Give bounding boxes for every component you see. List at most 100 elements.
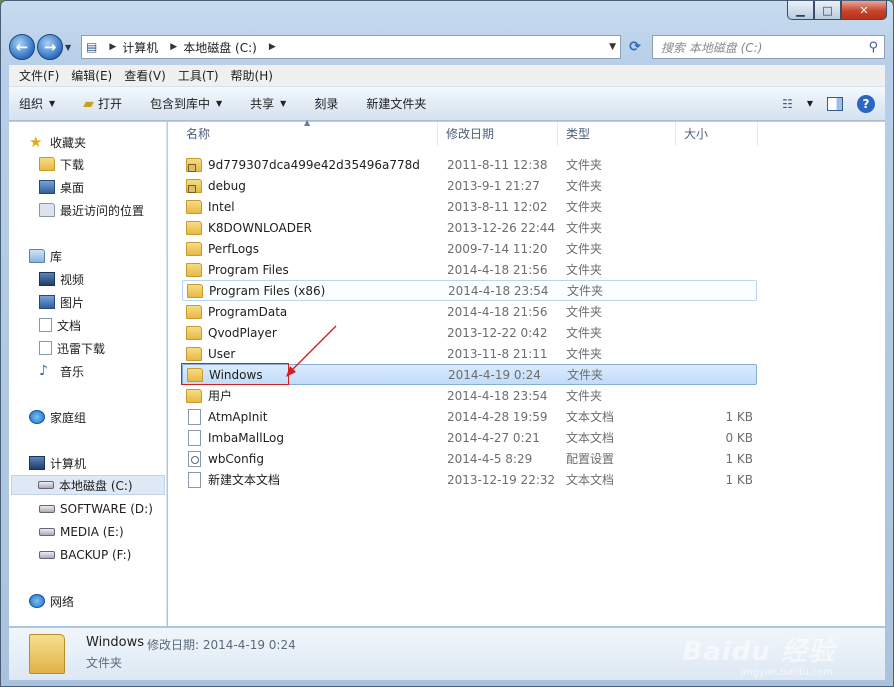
breadcrumb-separator-icon[interactable]: ▶	[109, 42, 116, 52]
file-name: AtmApInit	[208, 409, 268, 424]
nav-recent-places[interactable]: 最近访问的位置	[39, 200, 144, 220]
nav-homegroup[interactable]: 家庭组	[29, 407, 86, 427]
include-label: 包含到库中	[149, 97, 210, 111]
new-folder-button[interactable]: 新建文件夹	[366, 95, 426, 112]
folder-icon	[187, 283, 203, 298]
search-icon[interactable]: ⚲	[868, 40, 878, 55]
nav-desktop[interactable]: 桌面	[39, 177, 84, 197]
nav-videos[interactable]: 视频	[39, 269, 84, 289]
baidu-watermark-logo: Baidu 经验	[682, 637, 835, 667]
file-name: ImbaMallLog	[208, 430, 285, 445]
column-type[interactable]: 类型	[558, 122, 676, 146]
menu-edit[interactable]: 编辑(E)	[65, 67, 118, 84]
nav-drive-d[interactable]: SOFTWARE (D:)	[39, 499, 153, 519]
file-date: 2014-4-18 23:54	[448, 283, 549, 298]
share-button[interactable]: 共享 ▼	[250, 95, 286, 112]
nav-label: 音乐	[60, 364, 85, 379]
menu-file[interactable]: 文件(F)	[13, 67, 65, 84]
file-type: 文件夹	[566, 158, 603, 172]
help-icon[interactable]: ?	[857, 94, 875, 113]
organize-label: 组织	[19, 97, 44, 111]
close-button[interactable]: ✕	[841, 1, 887, 20]
file-row[interactable]: Program Files (x86) 2014-4-18 23:54 文件夹	[182, 280, 757, 301]
back-button[interactable]: ←	[9, 34, 35, 60]
refresh-icon[interactable]: ⟳	[624, 35, 646, 59]
file-row[interactable]: Program Files 2014-4-18 21:56 文件夹	[182, 259, 757, 280]
file-row[interactable]: ProgramData 2014-4-18 21:56 文件夹	[182, 301, 757, 322]
column-name[interactable]: 名称	[178, 122, 438, 146]
chevron-down-icon: ▼	[49, 99, 56, 108]
file-row[interactable]: 9d779307dca499e42d35496a778d 2011-8-11 12…	[182, 154, 757, 175]
menu-help[interactable]: 帮助(H)	[225, 67, 279, 84]
breadcrumb-separator-icon[interactable]: ▶	[170, 42, 177, 52]
file-row[interactable]: User 2013-11-8 21:11 文件夹	[182, 343, 757, 364]
network-icon	[29, 594, 45, 608]
recent-pages-dropdown-icon[interactable]: ▼	[65, 43, 75, 52]
file-row[interactable]: Intel 2013-8-11 12:02 文件夹	[182, 196, 757, 217]
share-label: 共享	[250, 97, 275, 111]
nav-label: 网络	[50, 594, 75, 609]
navigation-row: ← → ▼ ▤ ▶ 计算机 ▶ 本地磁盘 (C:) ▶ ▼ ⟳ 搜索 本地磁盘 …	[9, 33, 885, 61]
minimize-button[interactable]: ▁	[787, 1, 814, 20]
preview-pane-icon[interactable]	[827, 96, 843, 111]
file-type: 文件夹	[566, 200, 603, 214]
file-name: 新建文本文档	[208, 473, 281, 487]
burn-button[interactable]: 刻录	[314, 95, 338, 112]
maximize-button[interactable]: □	[814, 1, 841, 20]
nav-favorites[interactable]: ★ 收藏夹	[29, 132, 86, 152]
file-row[interactable]: AtmApInit 2014-4-28 19:59 文本文档 1 KB	[182, 406, 757, 427]
menu-view[interactable]: 查看(V)	[118, 67, 172, 84]
file-date: 2013-11-8 21:11	[447, 346, 548, 361]
nav-computer[interactable]: 计算机	[29, 453, 86, 473]
nav-drive-e[interactable]: MEDIA (E:)	[39, 522, 124, 542]
organize-button[interactable]: 组织 ▼	[19, 95, 55, 112]
file-row[interactable]: wbConfig 2014-4-5 8:29 配置设置 1 KB	[182, 448, 757, 469]
computer-drive-icon: ▤	[86, 40, 98, 54]
column-date-modified[interactable]: 修改日期	[438, 122, 558, 146]
forward-button[interactable]: →	[37, 34, 63, 60]
toolbar-right: ☷ ▼ ?	[782, 94, 875, 113]
file-type: 文件夹	[566, 389, 603, 403]
column-size[interactable]: 大小	[676, 122, 758, 146]
nav-libraries[interactable]: 库	[29, 246, 62, 266]
file-row[interactable]: ImbaMallLog 2014-4-27 0:21 文本文档 0 KB	[182, 427, 757, 448]
address-bar[interactable]: ▤ ▶ 计算机 ▶ 本地磁盘 (C:) ▶ ▼	[81, 35, 621, 59]
file-row[interactable]: K8DOWNLOADER 2013-12-26 22:44 文件夹	[182, 217, 757, 238]
nav-network[interactable]: 网络	[29, 591, 74, 611]
nav-documents[interactable]: 文档	[39, 315, 81, 335]
breadcrumb-separator-icon[interactable]: ▶	[269, 42, 276, 52]
nav-drive-f[interactable]: BACKUP (F:)	[39, 545, 131, 565]
folder-icon	[186, 304, 202, 319]
file-type: 文本文档	[566, 410, 615, 424]
file-row[interactable]: PerfLogs 2009-7-14 11:20 文件夹	[182, 238, 757, 259]
menu-tools[interactable]: 工具(T)	[172, 67, 225, 84]
nav-thunder-downloads[interactable]: 迅雷下载	[39, 338, 105, 358]
nav-drive-c[interactable]: 本地磁盘 (C:)	[11, 475, 165, 495]
nav-pictures[interactable]: 图片	[39, 292, 84, 312]
breadcrumb-local-disk[interactable]: 本地磁盘 (C:)	[183, 39, 257, 56]
file-name: wbConfig	[208, 451, 264, 466]
nav-label: SOFTWARE (D:)	[60, 502, 153, 516]
open-button[interactable]: ▰ 打开	[83, 95, 122, 112]
nav-downloads[interactable]: 下载	[39, 154, 84, 174]
search-input[interactable]: 搜索 本地磁盘 (C:) ⚲	[652, 35, 885, 59]
breadcrumb-computer[interactable]: 计算机	[122, 39, 158, 56]
folder-icon	[186, 388, 202, 403]
file-type: 文件夹	[566, 179, 603, 193]
file-date: 2013-12-26 22:44	[447, 220, 556, 235]
address-dropdown-icon[interactable]: ▼	[609, 42, 616, 52]
file-row[interactable]: 新建文本文档 2013-12-19 22:32 文本文档 1 KB	[182, 469, 757, 490]
annotation-highlight-box	[181, 363, 289, 385]
documents-icon	[39, 341, 52, 355]
include-in-library-button[interactable]: 包含到库中 ▼	[150, 95, 222, 112]
file-row[interactable]: 用户 2014-4-18 23:54 文件夹	[182, 385, 757, 406]
file-row[interactable]: QvodPlayer 2013-12-22 0:42 文件夹	[182, 322, 757, 343]
file-row[interactable]: debug 2013-9-1 21:27 文件夹	[182, 175, 757, 196]
folder-icon	[186, 262, 202, 277]
view-options-icon[interactable]: ☷	[782, 97, 793, 111]
locked-folder-icon	[186, 178, 202, 193]
nav-music[interactable]: ♪ 音乐	[39, 361, 84, 381]
chevron-down-icon: ▼	[215, 99, 223, 108]
chevron-down-icon[interactable]: ▼	[807, 99, 813, 108]
details-pane: Windows 修改日期: 2014-4-19 0:24 文件夹 Baidu 经…	[9, 627, 885, 680]
